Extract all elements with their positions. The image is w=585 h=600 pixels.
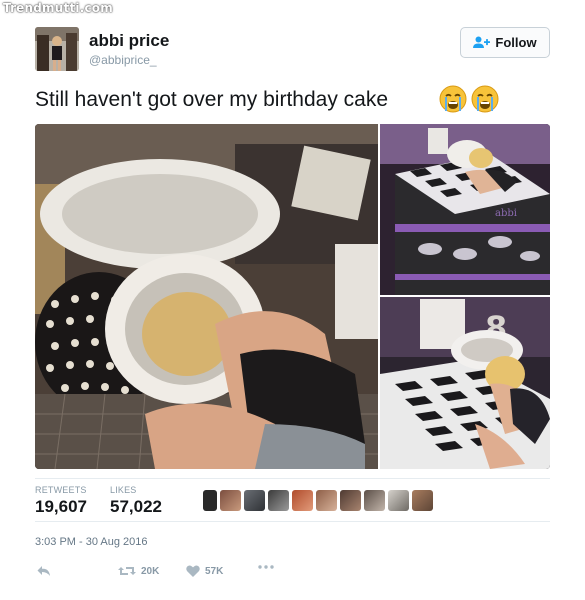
like-button[interactable]: 57K	[186, 565, 223, 577]
liker-avatar[interactable]	[340, 490, 361, 511]
more-icon	[258, 565, 274, 569]
liker-avatar[interactable]	[268, 490, 289, 511]
liker-avatar[interactable]	[244, 490, 265, 511]
reply-icon	[37, 565, 51, 577]
loudly-crying-face-icon	[438, 84, 468, 119]
loudly-crying-face-icon	[470, 84, 500, 119]
retweet-count: 20K	[141, 565, 160, 577]
likes-count[interactable]: 57,022	[110, 497, 162, 517]
heart-icon	[186, 565, 200, 577]
liker-avatar[interactable]	[412, 490, 433, 511]
retweet-button[interactable]: 20K	[118, 565, 159, 577]
liker-avatar[interactable]	[203, 490, 217, 511]
like-count: 57K	[205, 565, 224, 577]
more-button[interactable]	[258, 565, 274, 569]
follow-button[interactable]: Follow	[460, 27, 550, 58]
liker-avatar[interactable]	[292, 490, 313, 511]
likes-label: LIKES	[110, 485, 137, 495]
watermark: Trendmutti.com	[3, 1, 113, 15]
retweets-label: RETWEETS	[35, 485, 87, 495]
liker-avatar[interactable]	[220, 490, 241, 511]
username-handle[interactable]: @abbiprice_	[89, 53, 157, 67]
tweet-emojis	[438, 84, 500, 119]
photo-cake-top[interactable]: abbi	[380, 124, 550, 295]
stats-divider-bottom	[35, 521, 550, 522]
display-name[interactable]: abbi price	[89, 31, 169, 51]
liker-avatar[interactable]	[364, 490, 385, 511]
tweet-media[interactable]: abbi 8	[35, 124, 550, 469]
avatar[interactable]	[35, 27, 79, 71]
retweets-count[interactable]: 19,607	[35, 497, 87, 517]
retweet-icon	[118, 565, 136, 577]
stats-divider-top	[35, 478, 550, 479]
tweet-text: Still haven't got over my birthday cake	[35, 88, 389, 111]
liker-avatar[interactable]	[316, 490, 337, 511]
liker-avatar[interactable]	[388, 490, 409, 511]
add-person-icon	[473, 36, 491, 49]
photo-cake-bottom[interactable]: 8	[380, 297, 550, 469]
liker-avatars	[203, 490, 433, 511]
photo-toilet[interactable]	[35, 124, 378, 469]
cake-text: abbi	[495, 208, 517, 219]
follow-label: Follow	[495, 35, 537, 50]
tweet-timestamp[interactable]: 3:03 PM - 30 Aug 2016	[35, 536, 148, 548]
reply-button[interactable]	[37, 565, 51, 577]
